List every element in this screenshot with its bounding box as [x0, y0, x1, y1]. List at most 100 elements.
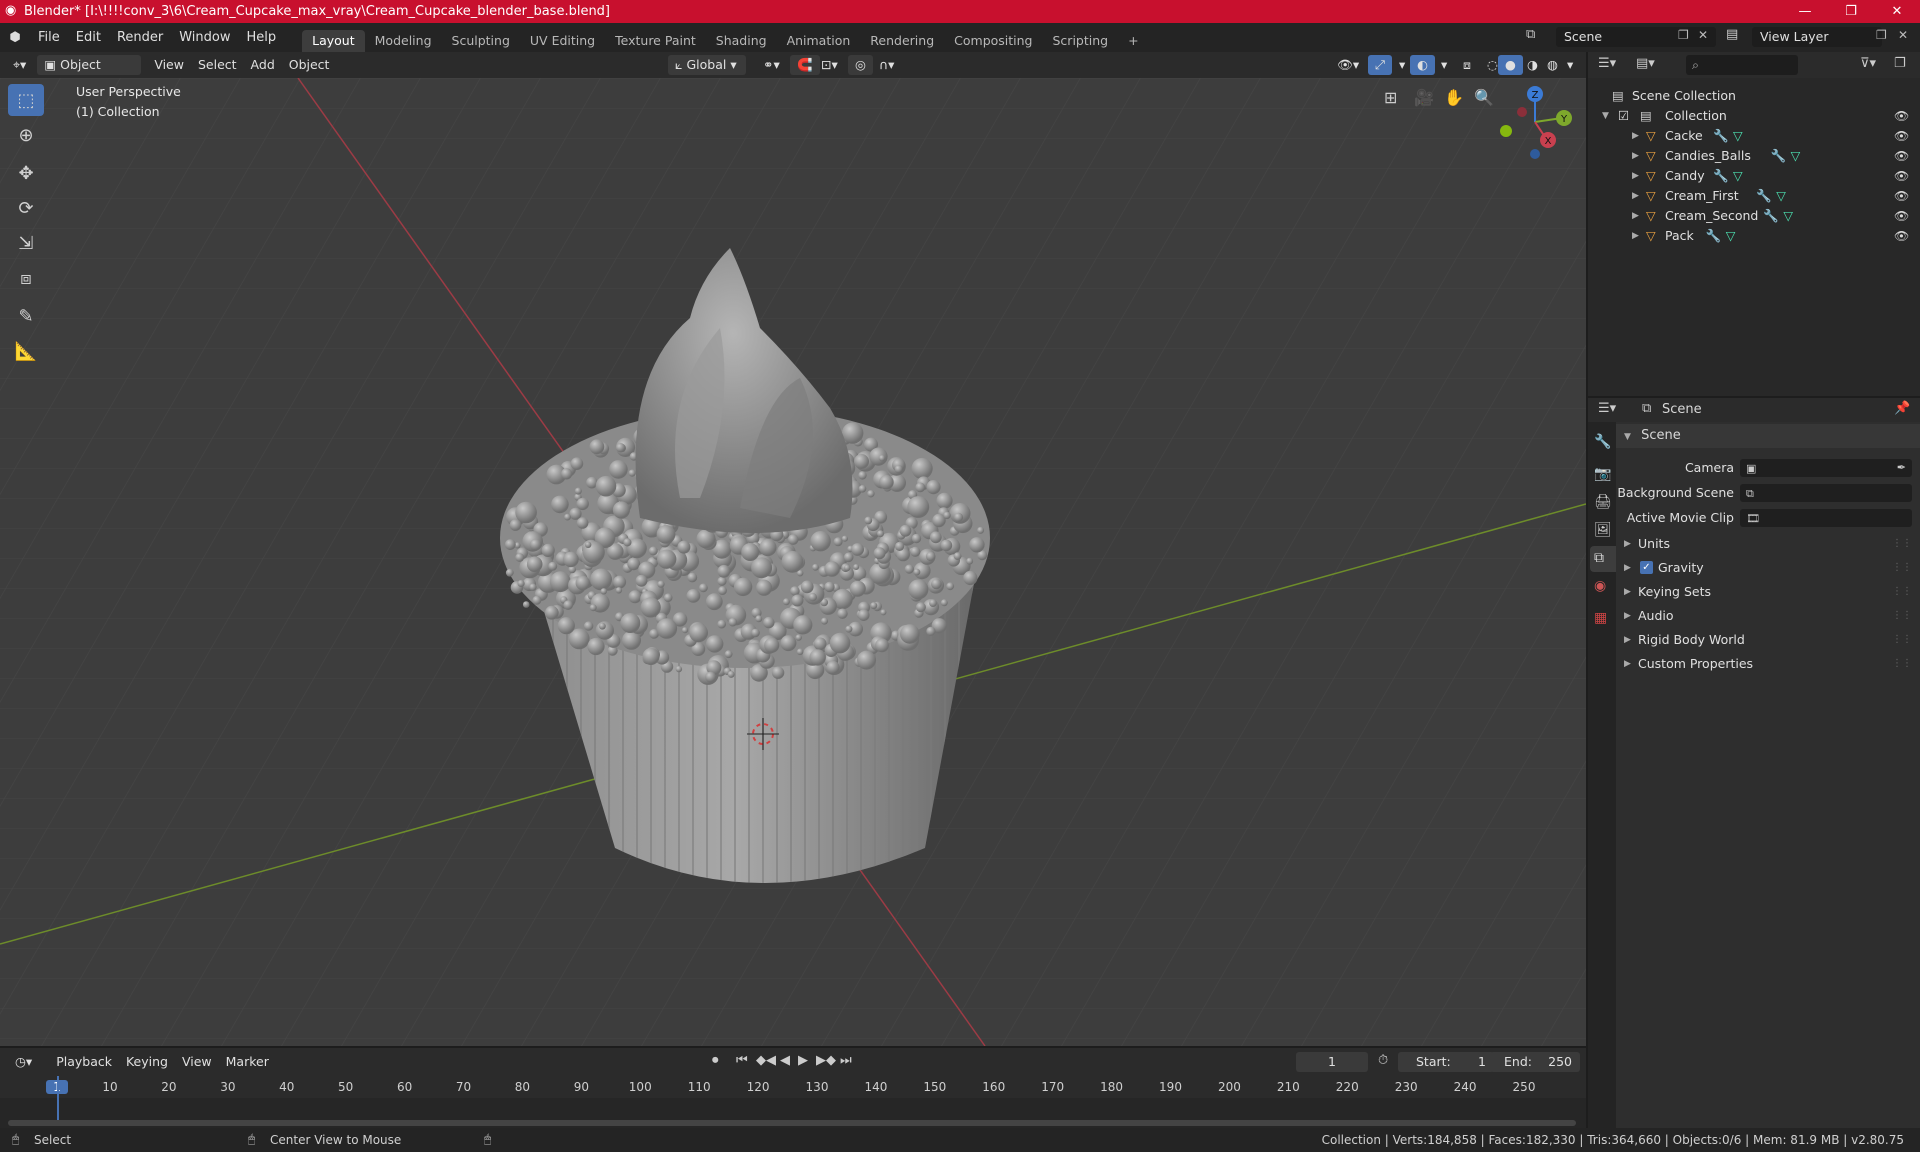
- cursor-tool-icon[interactable]: ⊕: [8, 119, 44, 151]
- scene-tab-icon[interactable]: ⧉: [1590, 546, 1616, 572]
- expand-collection-icon[interactable]: ▼: [1602, 106, 1609, 126]
- rotate-tool-icon[interactable]: ⟳: [8, 192, 44, 224]
- outliner-object-row[interactable]: ▶ ▽ Cacke 🔧 ▽ 👁: [1588, 126, 1920, 146]
- play-icon[interactable]: ▶: [798, 1053, 808, 1068]
- display-mode-icon[interactable]: ▤▾: [1636, 56, 1655, 71]
- outliner-scene-collection[interactable]: ▤ Scene Collection: [1588, 86, 1920, 106]
- new-collection-icon[interactable]: ❐: [1894, 56, 1906, 71]
- timeline-area[interactable]: 1102030405060708090100110120130140150160…: [0, 1076, 1586, 1128]
- zoom-icon[interactable]: 🔍: [1474, 88, 1494, 107]
- menu-object[interactable]: Object: [282, 55, 337, 75]
- snap-target-icon[interactable]: ⊡▾: [814, 55, 845, 75]
- mesh-data-icon[interactable]: ▽: [1783, 206, 1793, 226]
- outliner-collection[interactable]: ▼ ☑ ▤ Collection 👁: [1588, 106, 1920, 126]
- render-tab-icon[interactable]: 📷: [1594, 466, 1611, 482]
- outliner-object-row[interactable]: ▶ ▽ Candies_Balls 🔧 ▽ 👁: [1588, 146, 1920, 166]
- mesh-data-icon[interactable]: ▽: [1791, 146, 1801, 166]
- tab-shading[interactable]: Shading: [706, 30, 777, 52]
- mesh-data-icon[interactable]: ▽: [1776, 186, 1786, 206]
- pan-hand-icon[interactable]: ✋: [1444, 88, 1464, 107]
- expand-object-icon[interactable]: ▶: [1632, 146, 1639, 166]
- object-visibility-eye-icon[interactable]: 👁: [1894, 186, 1909, 206]
- mesh-data-icon[interactable]: ▽: [1733, 126, 1743, 146]
- menu-help[interactable]: Help: [239, 23, 285, 52]
- expand-object-icon[interactable]: ▶: [1632, 126, 1639, 146]
- overlays-dropdown-icon[interactable]: ▾: [1434, 55, 1454, 75]
- 3d-viewport[interactable]: Z Y X User Perspective (1) Collection ⊞ …: [0, 78, 1586, 1046]
- close-button[interactable]: ✕: [1874, 0, 1920, 23]
- object-visibility-eye-icon[interactable]: 👁: [1894, 146, 1909, 166]
- output-tab-icon[interactable]: 🖨: [1594, 494, 1612, 510]
- record-icon[interactable]: ⏺: [712, 1053, 719, 1068]
- menu-window[interactable]: Window: [171, 23, 238, 52]
- drag-handle-icon[interactable]: ⋮⋮: [1892, 532, 1912, 556]
- pin-icon[interactable]: 📌: [1894, 401, 1910, 416]
- proportional-edit-icon[interactable]: ◎: [848, 55, 873, 75]
- tab-uv-editing[interactable]: UV Editing: [520, 30, 605, 52]
- outliner-object-row[interactable]: ▶ ▽ Cream_Second 🔧 ▽ 👁: [1588, 206, 1920, 226]
- drag-handle-icon[interactable]: ⋮⋮: [1892, 556, 1912, 580]
- menu-timeline-view[interactable]: View: [175, 1052, 219, 1072]
- gizmo-toggle-icon[interactable]: ⤢: [1368, 55, 1393, 75]
- minimize-button[interactable]: —: [1782, 0, 1828, 23]
- tab-sculpting[interactable]: Sculpting: [442, 30, 520, 52]
- timeline-editor-type-icon[interactable]: ◷▾: [8, 1052, 39, 1072]
- modifier-wrench-icon[interactable]: 🔧: [1713, 126, 1729, 146]
- menu-file[interactable]: File: [30, 23, 68, 52]
- subpanel-header[interactable]: ▶ Keying Sets ⋮⋮: [1616, 580, 1920, 604]
- visibility-icon[interactable]: 👁▾: [1330, 55, 1366, 75]
- jump-start-icon[interactable]: ⏮: [736, 1053, 748, 1068]
- blender-menu-icon[interactable]: ⬢: [0, 30, 30, 45]
- new-view-layer-icon[interactable]: ❐: [1876, 28, 1887, 42]
- mesh-data-icon[interactable]: ▽: [1726, 226, 1736, 246]
- delete-scene-icon[interactable]: ✕: [1698, 28, 1708, 42]
- tool-tab-icon[interactable]: 🔧: [1594, 434, 1611, 450]
- start-frame-field[interactable]: Start: 1: [1398, 1052, 1494, 1072]
- overlays-toggle-icon[interactable]: ◐: [1410, 55, 1435, 75]
- mode-selector[interactable]: ▣ Object Mode ▾: [37, 55, 142, 92]
- transform-orientation-dropdown[interactable]: ⟀ Global ▾: [668, 55, 746, 75]
- new-scene-icon[interactable]: ❐: [1678, 28, 1689, 42]
- expand-object-icon[interactable]: ▶: [1632, 166, 1639, 186]
- texture-tab-icon[interactable]: ▦: [1594, 610, 1607, 626]
- shading-dropdown-icon[interactable]: ▾: [1560, 55, 1580, 75]
- tab-scripting[interactable]: Scripting: [1043, 30, 1119, 52]
- menu-render[interactable]: Render: [109, 23, 171, 52]
- playhead[interactable]: [57, 1076, 59, 1120]
- current-frame-field[interactable]: 1: [1296, 1052, 1368, 1072]
- subpanel-header[interactable]: ▶ Custom Properties ⋮⋮: [1616, 652, 1920, 676]
- menu-keying[interactable]: Keying: [119, 1052, 175, 1072]
- modifier-wrench-icon[interactable]: 🔧: [1771, 146, 1787, 166]
- scene-browse-icon[interactable]: ⧉: [1526, 27, 1535, 42]
- property-value-field[interactable]: 🎞: [1740, 509, 1912, 527]
- annotate-tool-icon[interactable]: ✎: [8, 300, 44, 332]
- object-visibility-eye-icon[interactable]: 👁: [1894, 206, 1909, 226]
- tab-texture-paint[interactable]: Texture Paint: [605, 30, 706, 52]
- drag-handle-icon[interactable]: ⋮⋮: [1892, 628, 1912, 652]
- modifier-wrench-icon[interactable]: 🔧: [1763, 206, 1779, 226]
- transform-tool-icon[interactable]: ⧈: [8, 262, 44, 294]
- gravity-checkbox[interactable]: ✓: [1640, 561, 1653, 574]
- object-visibility-eye-icon[interactable]: 👁: [1894, 166, 1909, 186]
- tab-compositing[interactable]: Compositing: [944, 30, 1042, 52]
- toggle-camera-view-icon[interactable]: ⊞: [1384, 88, 1397, 107]
- drag-handle-icon[interactable]: ⋮⋮: [1892, 652, 1912, 676]
- menu-select[interactable]: Select: [191, 55, 244, 75]
- menu-playback[interactable]: Playback: [49, 1052, 119, 1072]
- end-frame-field[interactable]: End: 250: [1490, 1052, 1580, 1072]
- property-value-field[interactable]: ▣ ✒: [1740, 459, 1912, 477]
- outliner-object-row[interactable]: ▶ ▽ Pack 🔧 ▽ 👁: [1588, 226, 1920, 246]
- property-value-field[interactable]: ⧉: [1740, 484, 1912, 502]
- object-visibility-eye-icon[interactable]: 👁: [1894, 126, 1909, 146]
- scene-name-field[interactable]: Scene: [1556, 27, 1716, 47]
- collection-checkbox-icon[interactable]: ☑: [1618, 106, 1629, 126]
- outliner-object-row[interactable]: ▶ ▽ Candy 🔧 ▽ 👁: [1588, 166, 1920, 186]
- outliner-object-row[interactable]: ▶ ▽ Cream_First 🔧 ▽ 👁: [1588, 186, 1920, 206]
- view-layer-field[interactable]: View Layer: [1752, 27, 1882, 47]
- expand-object-icon[interactable]: ▶: [1632, 206, 1639, 226]
- outliner-search-input[interactable]: ⌕: [1686, 55, 1798, 75]
- modifier-wrench-icon[interactable]: 🔧: [1713, 166, 1729, 186]
- scene-panel-header[interactable]: ▼ Scene: [1616, 424, 1920, 448]
- expand-object-icon[interactable]: ▶: [1632, 186, 1639, 206]
- jump-end-icon[interactable]: ⏭: [840, 1053, 852, 1068]
